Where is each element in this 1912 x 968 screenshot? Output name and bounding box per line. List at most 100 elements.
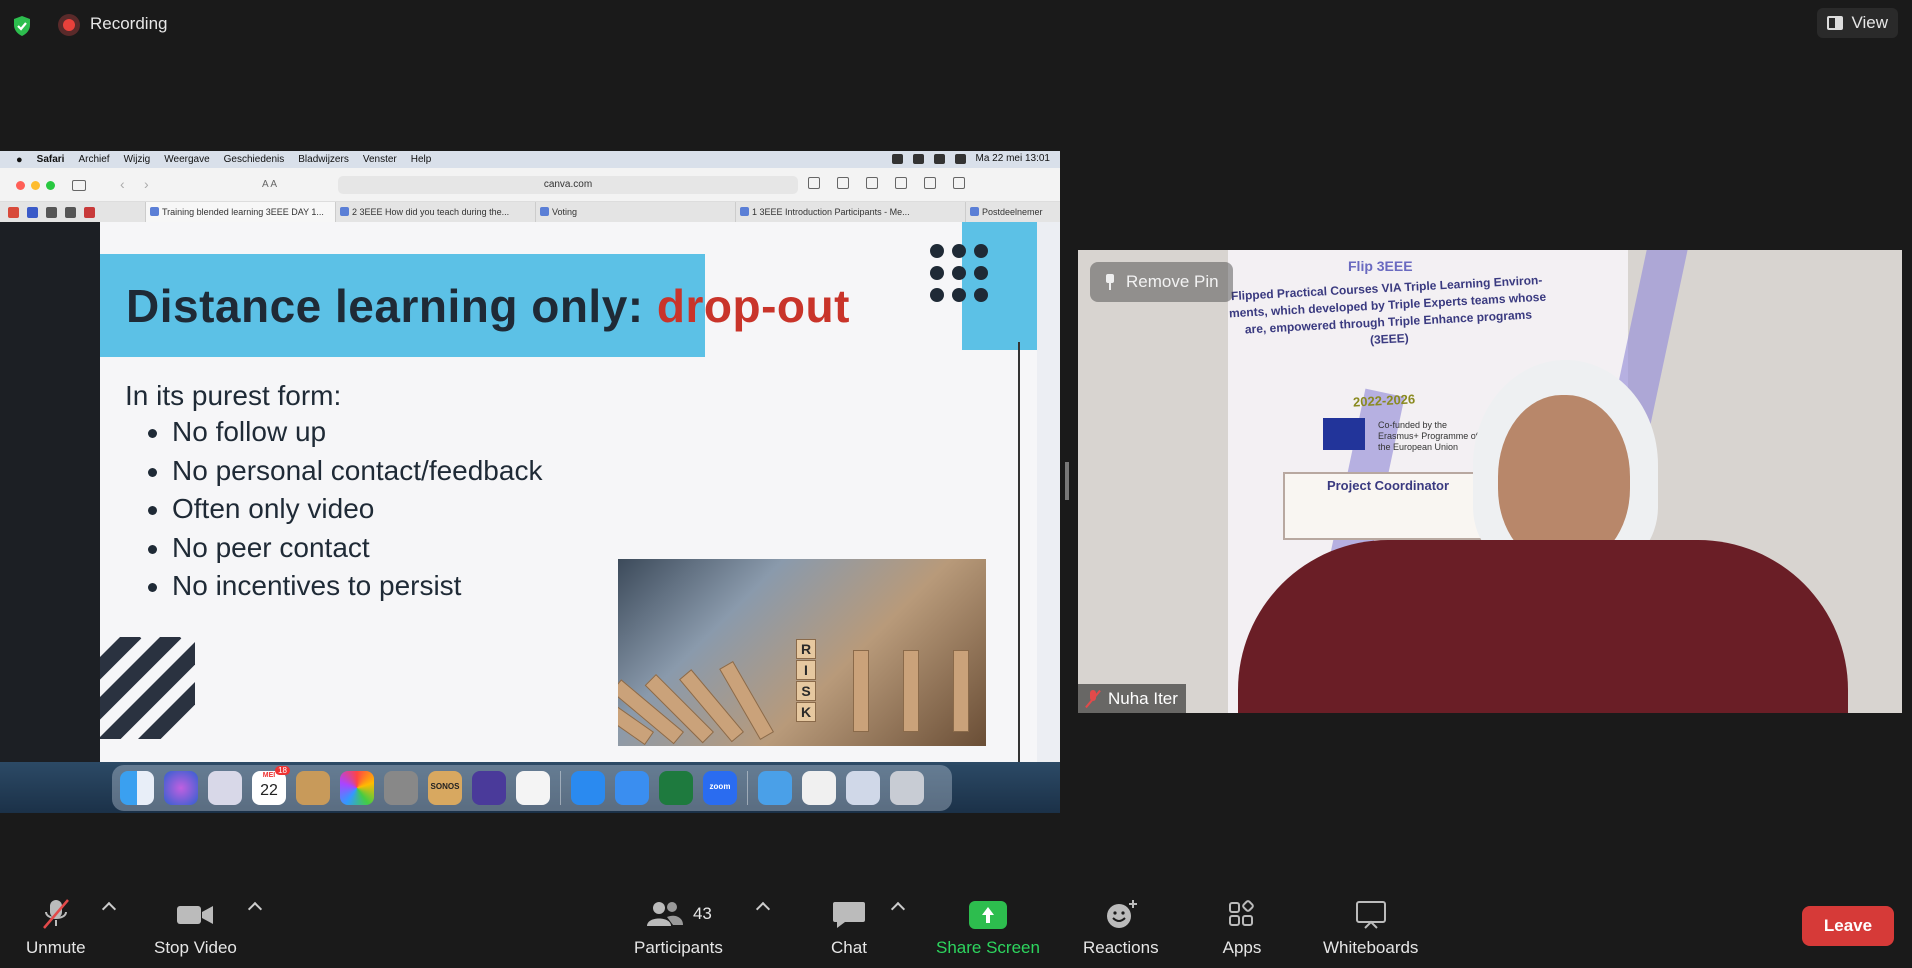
menu-venster: Venster: [362, 154, 397, 165]
participants-label: Participants: [634, 938, 723, 957]
slide-bullet-list: No follow up No personal contact/feedbac…: [148, 416, 542, 609]
chat-options-chevron-icon[interactable]: [890, 901, 906, 917]
address-bar: canva.com: [338, 176, 798, 194]
favorites-strip: [0, 202, 145, 222]
view-button[interactable]: View: [1817, 8, 1898, 38]
browser-tab: Voting: [535, 202, 735, 222]
favorite-icon: [46, 206, 57, 218]
slide-edge-line: [1018, 342, 1020, 762]
sonos-label: SONOS: [430, 782, 460, 791]
canvas-left-margin: [0, 222, 100, 762]
participants-icon-group: 43: [645, 898, 712, 930]
participant-video-tile[interactable]: Flip 3EEE Flipped Practical Courses VIA …: [1078, 250, 1902, 713]
status-icon: [912, 153, 924, 164]
shared-screen: ● Safari Archief Wijzig Weergave Geschie…: [0, 151, 1060, 813]
safari-toolbar: ‹ › A A canva.com: [0, 168, 1060, 202]
calendar-badge: 18: [275, 766, 290, 775]
participants-button[interactable]: 43 Participants: [634, 898, 723, 958]
share-screen-button[interactable]: Share Screen: [936, 898, 1040, 958]
sonos-icon: SONOS: [428, 771, 462, 805]
whiteboards-label: Whiteboards: [1323, 938, 1419, 957]
shield-check-icon[interactable]: [10, 14, 34, 38]
bullet-item: No personal contact/feedback: [148, 455, 542, 494]
minimize-window-icon: [31, 181, 40, 190]
trash-icon: [890, 771, 924, 805]
unmute-button[interactable]: Unmute: [26, 898, 86, 958]
apps-button[interactable]: Apps: [1222, 898, 1262, 958]
siri-icon: [164, 771, 198, 805]
wifi-icon: [933, 153, 945, 164]
finder-icon: [120, 771, 154, 805]
browser-tab: 1 3EEE Introduction Participants - Me...: [735, 202, 965, 222]
tab-overview-icon: [953, 177, 965, 189]
zoom-meeting-window: Recording View ● Safari Archief Wijzig W…: [0, 0, 1912, 968]
whiteboards-button[interactable]: Whiteboards: [1323, 898, 1418, 958]
banner-flip-title: Flip 3EEE: [1348, 258, 1413, 274]
leave-button[interactable]: Leave: [1802, 906, 1894, 946]
browser-tabs: Training blended learning 3EEE DAY 1... …: [0, 202, 1060, 222]
dock-separator: [747, 771, 748, 805]
apple-icon: ●: [16, 153, 23, 166]
stop-video-button[interactable]: Stop Video: [154, 898, 237, 958]
dock-bar: MEI 22 18 SONOS zoom: [112, 765, 952, 811]
excel-icon: [659, 771, 693, 805]
print-icon: [866, 177, 878, 189]
slide-intro: In its purest form:: [125, 380, 342, 411]
reader-icon: A A: [262, 179, 278, 190]
coordinator-box: Project Coordinator: [1283, 472, 1493, 540]
remove-pin-button[interactable]: Remove Pin: [1090, 262, 1233, 302]
participants-options-chevron-icon[interactable]: [755, 901, 771, 917]
close-window-icon: [16, 181, 25, 190]
chat-button[interactable]: Chat: [829, 898, 869, 958]
coordinator-label: Project Coordinator: [1326, 478, 1450, 493]
recording-icon[interactable]: [58, 14, 80, 36]
zoom-icon: zoom: [703, 771, 737, 805]
apps-grid-icon: [1229, 900, 1254, 926]
whiteboard-icon: [1355, 901, 1386, 929]
settings-icon: [384, 771, 418, 805]
apps-label: Apps: [1222, 938, 1262, 957]
mac-dock: MEI 22 18 SONOS zoom: [0, 762, 1060, 813]
bullet-item: No incentives to persist: [148, 570, 542, 609]
shortcuts-icon: [472, 771, 506, 805]
safari-toolbar-icons: [808, 177, 965, 189]
canva-canvas: Distance learning only: drop-out In its …: [0, 222, 1060, 762]
downloads-folder-icon: [758, 771, 792, 805]
menu-archief: Archief: [78, 154, 110, 165]
video-options-chevron-icon[interactable]: [247, 901, 263, 917]
smiley-plus-icon: [1106, 900, 1137, 928]
participant-name-tag: Nuha Iter: [1078, 684, 1186, 713]
safari-icon: [571, 771, 605, 805]
resize-handle[interactable]: [1065, 462, 1069, 500]
status-icon: [891, 153, 903, 164]
battery-icon: [954, 153, 966, 164]
dice-letter: R: [796, 639, 816, 659]
view-label: View: [1851, 13, 1888, 32]
slide-title-accent: drop-out: [656, 280, 850, 332]
participants-count: 43: [692, 904, 712, 923]
audio-options-chevron-icon[interactable]: [101, 901, 117, 917]
menu-geschiedenis: Geschiedenis: [223, 154, 285, 165]
video-camera-icon: [177, 906, 214, 924]
back-icon: ‹: [120, 176, 125, 192]
risk-dominoes-photo: R I S K: [618, 559, 986, 746]
reactions-button[interactable]: Reactions: [1083, 898, 1159, 958]
dice-letter: I: [796, 660, 816, 680]
view-layout-icon: [1827, 16, 1844, 30]
document-icon: [802, 771, 836, 805]
share-screen-label: Share Screen: [936, 938, 1040, 957]
contacts-icon: [296, 771, 330, 805]
sidebar-icon: [72, 180, 86, 191]
menu-help: Help: [410, 154, 432, 165]
share-screen-icon: [968, 901, 1007, 929]
dock-separator: [560, 771, 561, 805]
recording-label[interactable]: Recording: [90, 14, 168, 34]
fullscreen-window-icon: [46, 181, 55, 190]
menu-weergave: Weergave: [164, 154, 210, 165]
menu-wijzig: Wijzig: [123, 154, 151, 165]
favorite-icon: [65, 206, 76, 218]
chat-bubble-icon: [833, 902, 865, 928]
unmute-label: Unmute: [26, 938, 86, 957]
stop-video-label: Stop Video: [154, 938, 237, 957]
top-bar: Recording View: [0, 0, 1912, 48]
